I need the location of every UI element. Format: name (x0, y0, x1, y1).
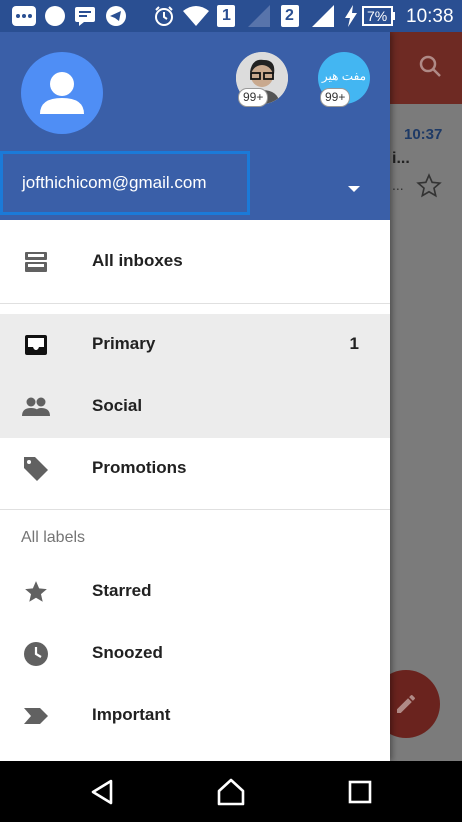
unread-badge: 99+ (320, 88, 351, 107)
inbox-icon (22, 333, 50, 357)
sim-1-label: 1 (222, 7, 231, 24)
system-navigation-bar (0, 761, 462, 822)
divider (0, 509, 390, 510)
recents-icon (348, 780, 372, 804)
account-email: jofthichicom@gmail.com (22, 173, 207, 192)
account-avatar[interactable] (21, 52, 103, 134)
star-outline-icon[interactable] (416, 173, 442, 204)
signal-icon (248, 5, 270, 27)
important-icon (22, 704, 50, 728)
menu-item-social[interactable]: Social (0, 376, 390, 438)
circle-icon (44, 5, 66, 27)
menu-item-label: Primary (92, 334, 156, 353)
alarm-icon (153, 5, 175, 27)
person-icon (40, 72, 84, 114)
status-bar: 1 2 7% 10:38 (0, 0, 462, 32)
menu-item-label: All inboxes (92, 251, 183, 270)
clock: 10:38 (406, 6, 454, 27)
sim-2-label: 2 (285, 7, 294, 24)
tag-icon (22, 457, 50, 481)
menu-item-label: Starred (92, 581, 152, 600)
menu-item-label: Social (92, 396, 143, 415)
bbm-icon (12, 5, 36, 27)
telegram-icon (105, 5, 127, 27)
signal-icon (312, 5, 334, 27)
people-icon (22, 395, 50, 419)
unread-count: 1 (349, 334, 359, 353)
menu-item-primary[interactable]: Primary 1 (0, 314, 390, 376)
pencil-icon (394, 692, 418, 721)
wifi-icon (183, 5, 209, 27)
all-inboxes-icon (22, 250, 50, 274)
battery-percent: 7% (367, 8, 388, 24)
search-icon (418, 54, 442, 83)
star-icon (22, 580, 50, 604)
unread-badge: 99+ (238, 88, 269, 107)
email-snippet: i... (392, 150, 410, 167)
back-icon (91, 779, 113, 805)
avatar-text: مفت هير (321, 69, 367, 83)
background-toolbar (390, 32, 462, 104)
menu-item-important[interactable]: Important (0, 685, 390, 747)
menu-item-label: Important (92, 705, 171, 724)
navigation-drawer: 99+ مفت هير 99+ jofthichicom@gmail.com A… (0, 32, 390, 761)
menu-item-snoozed[interactable]: Snoozed (0, 623, 390, 685)
email-snippet-sub: ... (392, 177, 404, 193)
clock-icon (22, 642, 50, 666)
section-header: All labels (21, 529, 86, 546)
charging-icon (344, 5, 358, 27)
menu-item-promotions[interactable]: Promotions (0, 438, 390, 500)
divider (0, 303, 390, 304)
drawer-header: 99+ مفت هير 99+ jofthichicom@gmail.com (0, 32, 390, 220)
menu-item-label: Promotions (92, 458, 187, 477)
menu-item-all-inboxes[interactable]: All inboxes (0, 231, 390, 293)
recents-button[interactable] (343, 775, 377, 809)
home-icon (217, 778, 245, 806)
account-switcher[interactable]: jofthichicom@gmail.com (0, 151, 250, 215)
dropdown-arrow-icon[interactable] (346, 181, 362, 199)
home-button[interactable] (214, 775, 248, 809)
menu-item-label: Snoozed (92, 643, 163, 662)
chat-icon (74, 5, 96, 27)
email-time: 10:37 (404, 126, 443, 143)
back-button[interactable] (86, 775, 120, 809)
menu-item-starred[interactable]: Starred (0, 561, 390, 623)
